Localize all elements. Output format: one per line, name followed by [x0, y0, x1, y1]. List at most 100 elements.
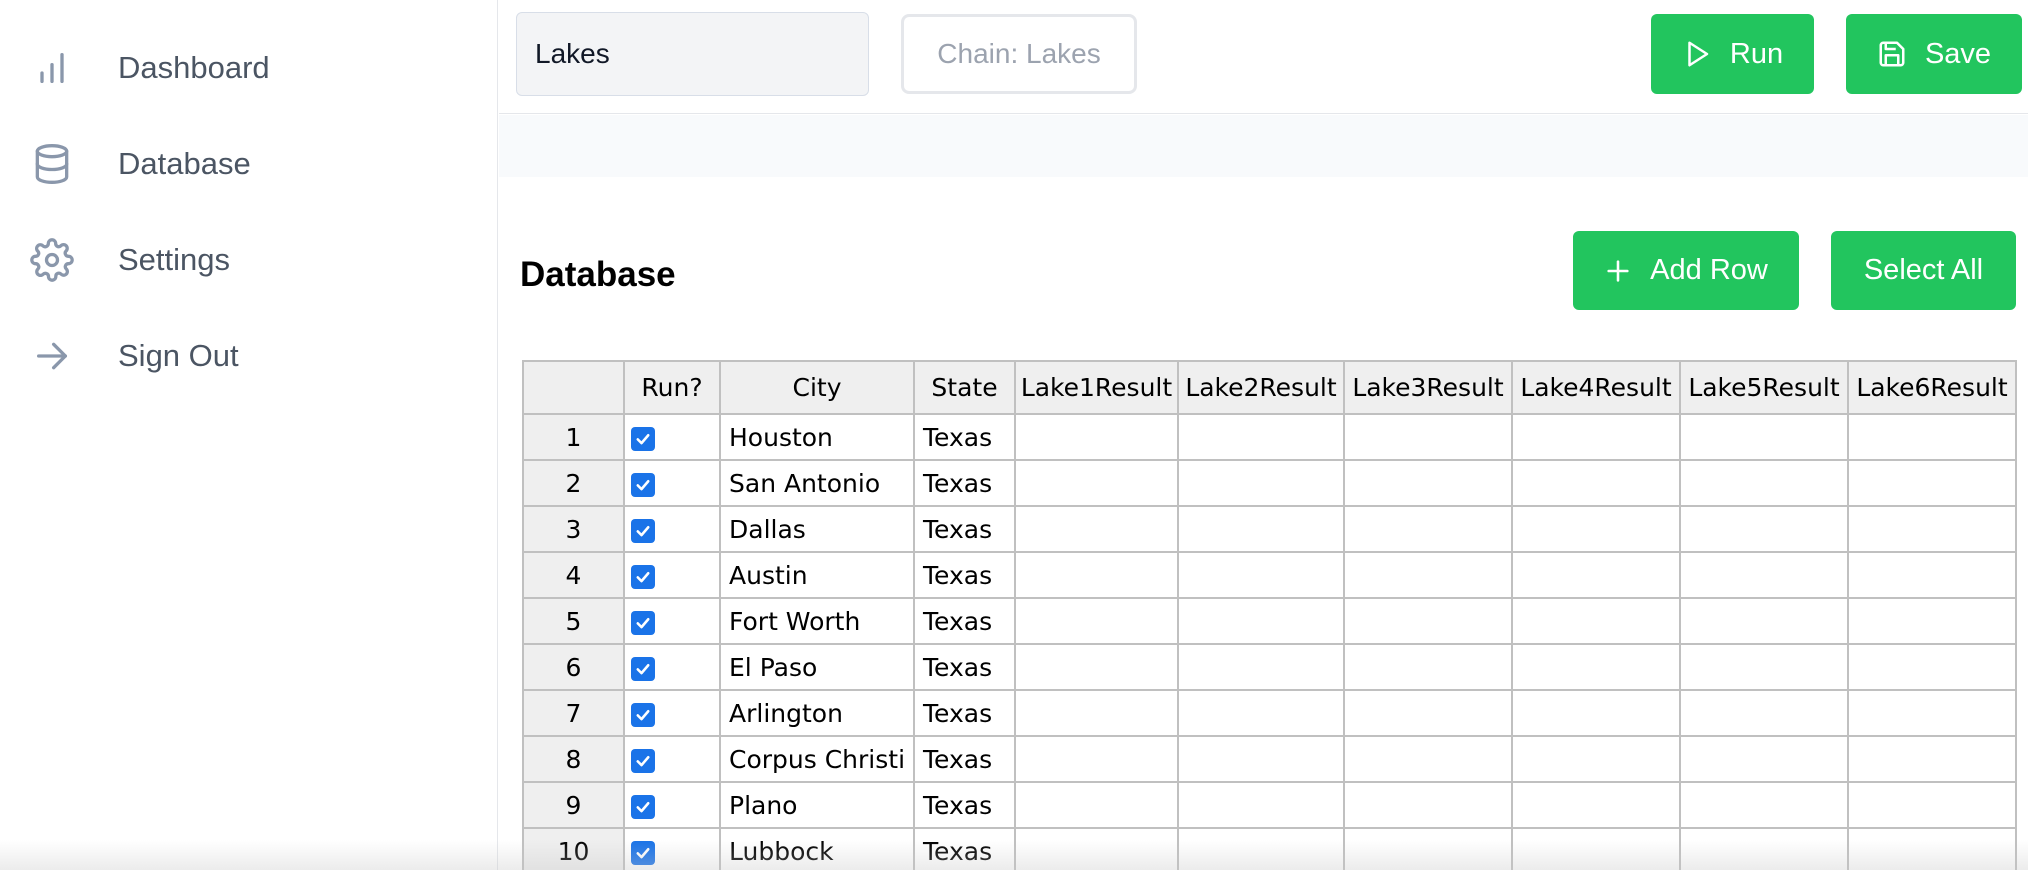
run-checkbox[interactable] [631, 518, 655, 543]
run-checkbox[interactable] [631, 472, 655, 497]
city-cell[interactable]: Dallas [720, 506, 915, 553]
table-row[interactable]: 4 Austin Texas [524, 552, 2017, 599]
lake6-result-cell[interactable] [1848, 736, 2017, 783]
lake5-result-cell[interactable] [1680, 414, 1849, 461]
lake2-result-cell[interactable] [1178, 736, 1345, 783]
lake3-result-cell[interactable] [1344, 782, 1513, 829]
lake2-result-cell[interactable] [1178, 828, 1345, 870]
lake6-result-cell[interactable] [1848, 828, 2017, 870]
city-cell[interactable]: Corpus Christi [720, 736, 915, 783]
add-row-button[interactable]: Add Row [1573, 231, 1799, 310]
row-number[interactable]: 7 [524, 690, 625, 737]
run-checkbox-cell[interactable] [624, 736, 721, 783]
row-number[interactable]: 10 [524, 828, 625, 870]
lake2-result-cell[interactable] [1178, 598, 1345, 645]
lake3-result-cell[interactable] [1344, 598, 1513, 645]
lake6-result-cell[interactable] [1848, 690, 2017, 737]
run-checkbox[interactable] [631, 702, 655, 727]
run-checkbox[interactable] [631, 656, 655, 681]
table-row[interactable]: 10 Lubbock Texas [524, 828, 2017, 870]
lake6-result-cell[interactable] [1848, 414, 2017, 461]
sidebar-item-sign-out[interactable]: Sign Out [28, 326, 239, 386]
lake3-result-cell[interactable] [1344, 736, 1513, 783]
state-cell[interactable]: Texas [914, 460, 1016, 507]
row-number[interactable]: 8 [524, 736, 625, 783]
column-header[interactable]: Lake3Result [1344, 362, 1513, 415]
lake4-result-cell[interactable] [1512, 644, 1681, 691]
state-cell[interactable]: Texas [914, 736, 1016, 783]
run-checkbox-cell[interactable] [624, 782, 721, 829]
lake5-result-cell[interactable] [1680, 736, 1849, 783]
select-all-button[interactable]: Select All [1831, 231, 2016, 310]
row-number[interactable]: 6 [524, 644, 625, 691]
row-number[interactable]: 4 [524, 552, 625, 599]
city-cell[interactable]: El Paso [720, 644, 915, 691]
sidebar-item-settings[interactable]: Settings [28, 230, 230, 290]
row-number[interactable]: 1 [524, 414, 625, 461]
city-cell[interactable]: Plano [720, 782, 915, 829]
lake2-result-cell[interactable] [1178, 414, 1345, 461]
lake2-result-cell[interactable] [1178, 552, 1345, 599]
state-cell[interactable]: Texas [914, 414, 1016, 461]
lake1-result-cell[interactable] [1015, 414, 1179, 461]
state-cell[interactable]: Texas [914, 552, 1016, 599]
lake2-result-cell[interactable] [1178, 644, 1345, 691]
run-button[interactable]: Run [1651, 14, 1814, 94]
city-cell[interactable]: Arlington [720, 690, 915, 737]
lake1-result-cell[interactable] [1015, 644, 1179, 691]
lake2-result-cell[interactable] [1178, 506, 1345, 553]
table-row[interactable]: 3 Dallas Texas [524, 506, 2017, 553]
lake3-result-cell[interactable] [1344, 460, 1513, 507]
run-checkbox-cell[interactable] [624, 414, 721, 461]
run-checkbox-cell[interactable] [624, 644, 721, 691]
save-button[interactable]: Save [1846, 14, 2022, 94]
lake6-result-cell[interactable] [1848, 506, 2017, 553]
run-checkbox-cell[interactable] [624, 552, 721, 599]
city-cell[interactable]: San Antonio [720, 460, 915, 507]
row-number[interactable]: 5 [524, 598, 625, 645]
lake5-result-cell[interactable] [1680, 460, 1849, 507]
table-row[interactable]: 7 Arlington Texas [524, 690, 2017, 737]
lake2-result-cell[interactable] [1178, 690, 1345, 737]
lake6-result-cell[interactable] [1848, 644, 2017, 691]
lake3-result-cell[interactable] [1344, 552, 1513, 599]
lake5-result-cell[interactable] [1680, 644, 1849, 691]
state-cell[interactable]: Texas [914, 828, 1016, 870]
lake4-result-cell[interactable] [1512, 690, 1681, 737]
lake5-result-cell[interactable] [1680, 828, 1849, 870]
state-cell[interactable]: Texas [914, 598, 1016, 645]
table-row[interactable]: 1 Houston Texas [524, 414, 2017, 461]
run-checkbox-cell[interactable] [624, 506, 721, 553]
state-cell[interactable]: Texas [914, 506, 1016, 553]
state-cell[interactable]: Texas [914, 782, 1016, 829]
column-header[interactable]: Run? [624, 362, 721, 415]
lake6-result-cell[interactable] [1848, 782, 2017, 829]
row-number[interactable]: 3 [524, 506, 625, 553]
column-header[interactable]: City [720, 362, 915, 415]
run-checkbox[interactable] [631, 564, 655, 589]
lake4-result-cell[interactable] [1512, 414, 1681, 461]
run-checkbox[interactable] [631, 794, 655, 819]
column-header[interactable]: Lake2Result [1178, 362, 1345, 415]
run-checkbox-cell[interactable] [624, 828, 721, 870]
lake1-result-cell[interactable] [1015, 506, 1179, 553]
table-row[interactable]: 8 Corpus Christi Texas [524, 736, 2017, 783]
lake4-result-cell[interactable] [1512, 552, 1681, 599]
lake1-result-cell[interactable] [1015, 782, 1179, 829]
lake3-result-cell[interactable] [1344, 506, 1513, 553]
lake2-result-cell[interactable] [1178, 460, 1345, 507]
city-cell[interactable]: Austin [720, 552, 915, 599]
lake3-result-cell[interactable] [1344, 644, 1513, 691]
lake4-result-cell[interactable] [1512, 828, 1681, 870]
state-cell[interactable]: Texas [914, 690, 1016, 737]
row-number-header[interactable] [524, 362, 625, 415]
lake1-result-cell[interactable] [1015, 552, 1179, 599]
lake5-result-cell[interactable] [1680, 690, 1849, 737]
lake6-result-cell[interactable] [1848, 460, 2017, 507]
run-checkbox[interactable] [631, 426, 655, 451]
lake5-result-cell[interactable] [1680, 782, 1849, 829]
column-header[interactable]: Lake1Result [1015, 362, 1179, 415]
lake1-result-cell[interactable] [1015, 460, 1179, 507]
sidebar-item-dashboard[interactable]: Dashboard [28, 38, 270, 98]
lake1-result-cell[interactable] [1015, 736, 1179, 783]
